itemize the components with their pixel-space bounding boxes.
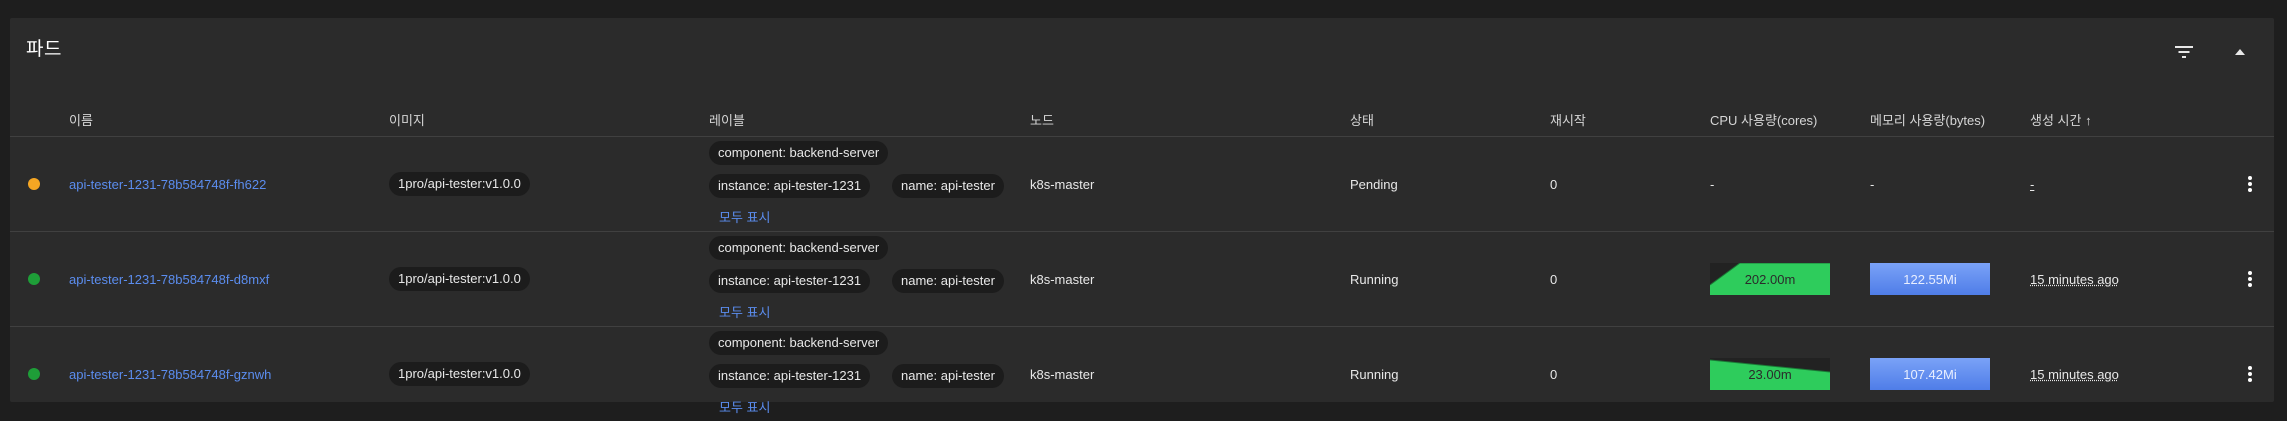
pods-card: 파드 이름 이미지 레이블 노드 상태 재시작 CPU 사용량(cores) 메… xyxy=(10,18,2274,415)
cpu-value: 23.00m xyxy=(1748,366,1792,382)
chevron-up-icon[interactable] xyxy=(2224,38,2256,66)
label-chip: component: backend-server xyxy=(709,331,889,355)
show-all-link[interactable]: 모두 표시 xyxy=(719,302,770,321)
created-value[interactable]: 15 minutes ago xyxy=(2030,367,2119,382)
pod-name-link[interactable]: api-tester-1231-78b584748f-fh622 xyxy=(69,177,266,192)
table-row[interactable]: api-tester-1231-78b584748f-fh622 1pro/ap… xyxy=(10,137,2274,232)
label-chip: name: api-tester xyxy=(892,174,1004,198)
restarts-cell: 0 xyxy=(1550,366,1558,382)
created-value[interactable]: 15 minutes ago xyxy=(2030,272,2119,287)
status-cell: Running xyxy=(1350,271,1399,287)
page: 파드 이름 이미지 레이블 노드 상태 재시작 CPU 사용량(cores) 메… xyxy=(0,0,2287,421)
show-all-link[interactable]: 모두 표시 xyxy=(719,397,770,416)
table-header: 이름 이미지 레이블 노드 상태 재시작 CPU 사용량(cores) 메모리 … xyxy=(10,98,2274,137)
more-vert-icon[interactable] xyxy=(2238,327,2262,421)
label-chip: instance: api-tester-1231 xyxy=(709,174,871,198)
image-chip: 1pro/api-tester:v1.0.0 xyxy=(389,362,530,386)
label-chip: name: api-tester xyxy=(892,269,1004,293)
column-header-status[interactable]: 상태 xyxy=(1350,110,1374,129)
more-vert-icon[interactable] xyxy=(2238,232,2262,326)
memory-value: 107.42Mi xyxy=(1903,366,1957,382)
table-row[interactable]: api-tester-1231-78b584748f-d8mxf 1pro/ap… xyxy=(10,232,2274,327)
pod-name-link[interactable]: api-tester-1231-78b584748f-d8mxf xyxy=(69,272,269,287)
cpu-value: 202.00m xyxy=(1744,271,1796,287)
more-vert-icon[interactable] xyxy=(2238,137,2262,231)
cpu-sparkline: 23.00m xyxy=(1710,358,1830,390)
status-dot-running xyxy=(28,368,40,380)
restarts-cell: 0 xyxy=(1550,271,1558,287)
filter-icon[interactable] xyxy=(2168,38,2200,66)
status-cell: Running xyxy=(1350,366,1399,382)
pod-name-link[interactable]: api-tester-1231-78b584748f-gznwh xyxy=(69,367,271,382)
status-dot-running xyxy=(28,273,40,285)
created-value[interactable]: - xyxy=(2030,177,2034,192)
label-chip: component: backend-server xyxy=(709,236,889,260)
status-dot-pending xyxy=(28,178,40,190)
label-chip: component: backend-server xyxy=(709,141,889,165)
cpu-value: - xyxy=(1710,176,1715,192)
label-chip: name: api-tester xyxy=(892,364,1004,388)
memory-value: 122.55Mi xyxy=(1903,271,1957,287)
status-cell: Pending xyxy=(1350,176,1398,192)
column-header-name[interactable]: 이름 xyxy=(69,110,93,129)
label-chip: instance: api-tester-1231 xyxy=(709,269,871,293)
table-row[interactable]: api-tester-1231-78b584748f-gznwh 1pro/ap… xyxy=(10,327,2274,421)
image-chip: 1pro/api-tester:v1.0.0 xyxy=(389,172,530,196)
pods-table: 이름 이미지 레이블 노드 상태 재시작 CPU 사용량(cores) 메모리 … xyxy=(10,98,2274,421)
cpu-sparkline: 202.00m xyxy=(1710,263,1830,295)
memory-bar: 107.42Mi xyxy=(1870,358,1990,390)
node-cell: k8s-master xyxy=(1030,176,1095,192)
column-header-image[interactable]: 이미지 xyxy=(389,110,425,129)
show-all-link[interactable]: 모두 표시 xyxy=(719,207,770,226)
column-header-cpu[interactable]: CPU 사용량(cores) xyxy=(1710,110,1817,129)
image-chip: 1pro/api-tester:v1.0.0 xyxy=(389,267,530,291)
column-header-created[interactable]: 생성 시간 ↑ xyxy=(2030,110,2092,129)
card-title: 파드 xyxy=(26,39,62,60)
column-header-labels[interactable]: 레이블 xyxy=(709,110,745,129)
node-cell: k8s-master xyxy=(1030,366,1095,382)
memory-bar: 122.55Mi xyxy=(1870,263,1990,295)
node-cell: k8s-master xyxy=(1030,271,1095,287)
label-chip: instance: api-tester-1231 xyxy=(709,364,871,388)
column-header-memory[interactable]: 메모리 사용량(bytes) xyxy=(1870,110,1985,129)
column-header-node[interactable]: 노드 xyxy=(1030,110,1054,129)
restarts-cell: 0 xyxy=(1550,176,1558,192)
column-header-restarts[interactable]: 재시작 xyxy=(1550,110,1586,129)
memory-value: - xyxy=(1870,176,1875,192)
